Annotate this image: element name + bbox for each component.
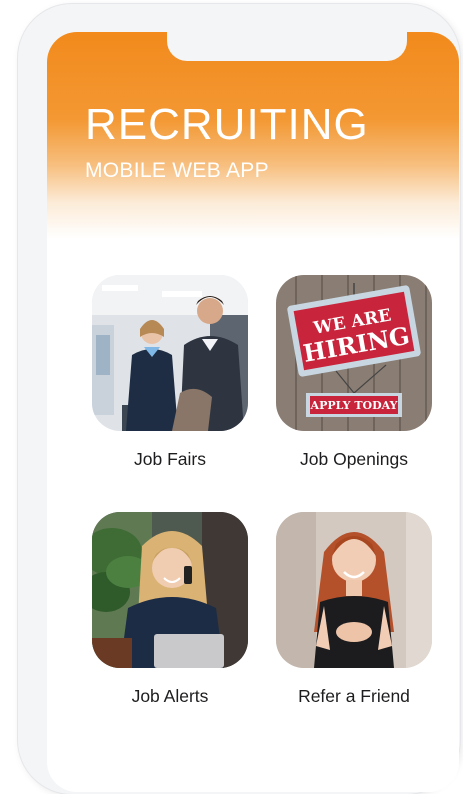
tile-job-fairs[interactable]: Job Fairs	[92, 275, 248, 470]
smiling-woman-photo[interactable]	[276, 512, 432, 668]
tile-job-alerts[interactable]: Job Alerts	[92, 512, 248, 707]
page-title: RECRUITING	[85, 100, 369, 149]
app-screen: RECRUITING MOBILE WEB APP Job Fairs WE A…	[47, 32, 459, 792]
job-fair-photo[interactable]	[92, 275, 248, 431]
phone-notch	[167, 32, 407, 61]
tile-job-openings[interactable]: WE ARE HIRING APPLY TODAY Job Openings	[276, 275, 432, 470]
tile-label-job-fairs: Job Fairs	[134, 449, 206, 469]
tile-label-job-alerts: Job Alerts	[131, 686, 209, 706]
woman-on-phone-photo[interactable]	[92, 512, 248, 668]
sign-apply-today: APPLY TODAY	[310, 399, 398, 412]
phone-frame: RECRUITING MOBILE WEB APP Job Fairs WE A…	[18, 4, 460, 794]
we-are-hiring-sign[interactable]: WE ARE HIRING APPLY TODAY	[276, 275, 432, 431]
page-subtitle: MOBILE WEB APP	[85, 159, 269, 182]
tile-label-refer-a-friend: Refer a Friend	[298, 686, 410, 706]
tile-refer-a-friend[interactable]: Refer a Friend	[276, 512, 432, 707]
tile-label-job-openings: Job Openings	[300, 449, 408, 469]
